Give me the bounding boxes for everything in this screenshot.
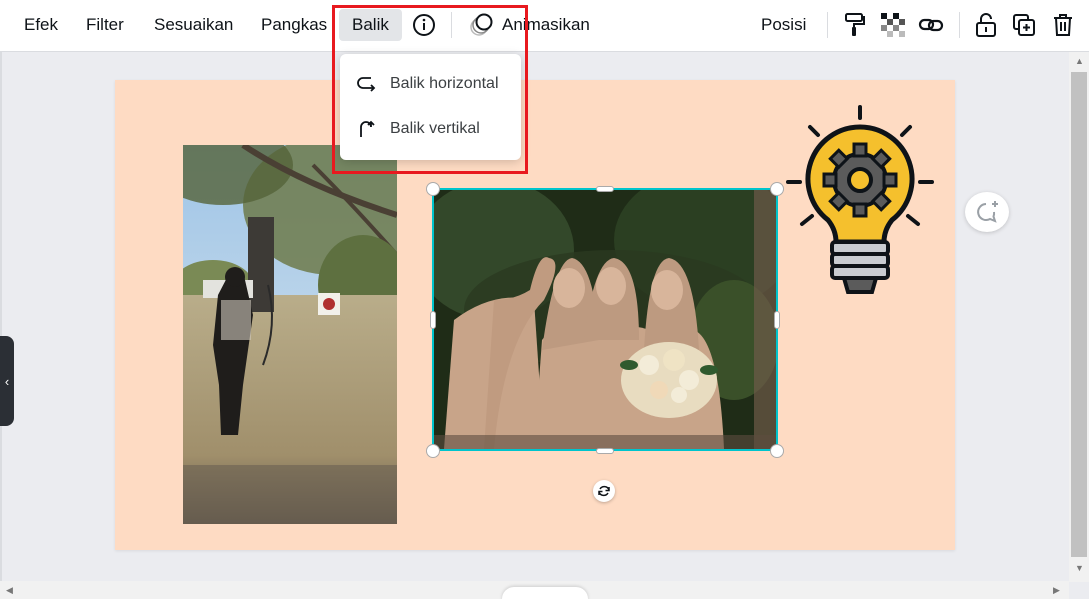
resize-handle-right[interactable] (774, 311, 780, 329)
scroll-down-icon[interactable]: ▼ (1075, 563, 1084, 573)
rotate-icon (598, 485, 610, 497)
toolbar-divider (959, 12, 960, 38)
paint-roller-icon[interactable] (839, 10, 869, 40)
archery-photo[interactable] (183, 145, 397, 524)
posisi-button[interactable]: Posisi (757, 9, 810, 41)
lock-icon[interactable] (971, 10, 1001, 40)
rotate-handle[interactable] (593, 480, 615, 502)
vertical-scroll-thumb[interactable] (1071, 72, 1087, 557)
pangkas-button[interactable]: Pangkas (257, 9, 331, 41)
resize-handle-left[interactable] (430, 311, 436, 329)
efek-button[interactable]: Efek (20, 9, 62, 41)
editor-toolbar: Efek Filter Sesuaikan Pangkas Balik Anim… (0, 0, 1089, 52)
resize-handle-bottom-left[interactable] (426, 444, 440, 458)
collapse-panel-button[interactable]: ‹ (0, 336, 14, 426)
scroll-left-icon[interactable]: ◀ (6, 585, 13, 596)
resize-handle-top[interactable] (596, 186, 614, 192)
scroll-up-icon[interactable]: ▲ (1075, 56, 1084, 66)
toolbar-divider (827, 12, 828, 38)
lightbulb-gear-graphic[interactable] (780, 102, 940, 302)
comment-add-icon (977, 201, 998, 223)
trash-icon[interactable] (1048, 10, 1078, 40)
duplicate-icon[interactable] (1009, 10, 1039, 40)
sesuaikan-button[interactable]: Sesuaikan (150, 9, 237, 41)
side-panel-edge (0, 52, 2, 582)
scroll-right-icon[interactable]: ▶ (1053, 585, 1060, 596)
selection-frame (432, 188, 778, 451)
add-comment-button[interactable] (965, 192, 1009, 232)
filter-button[interactable]: Filter (82, 9, 128, 41)
resize-handle-bottom[interactable] (596, 448, 614, 454)
show-pages-toggle[interactable] (502, 587, 588, 599)
resize-handle-top-left[interactable] (426, 182, 440, 196)
annotation-highlight-box (332, 5, 528, 174)
chevron-left-icon: ‹ (4, 373, 10, 389)
resize-handle-bottom-right[interactable] (770, 444, 784, 458)
transparency-icon[interactable] (878, 10, 908, 40)
link-icon[interactable] (916, 10, 946, 40)
